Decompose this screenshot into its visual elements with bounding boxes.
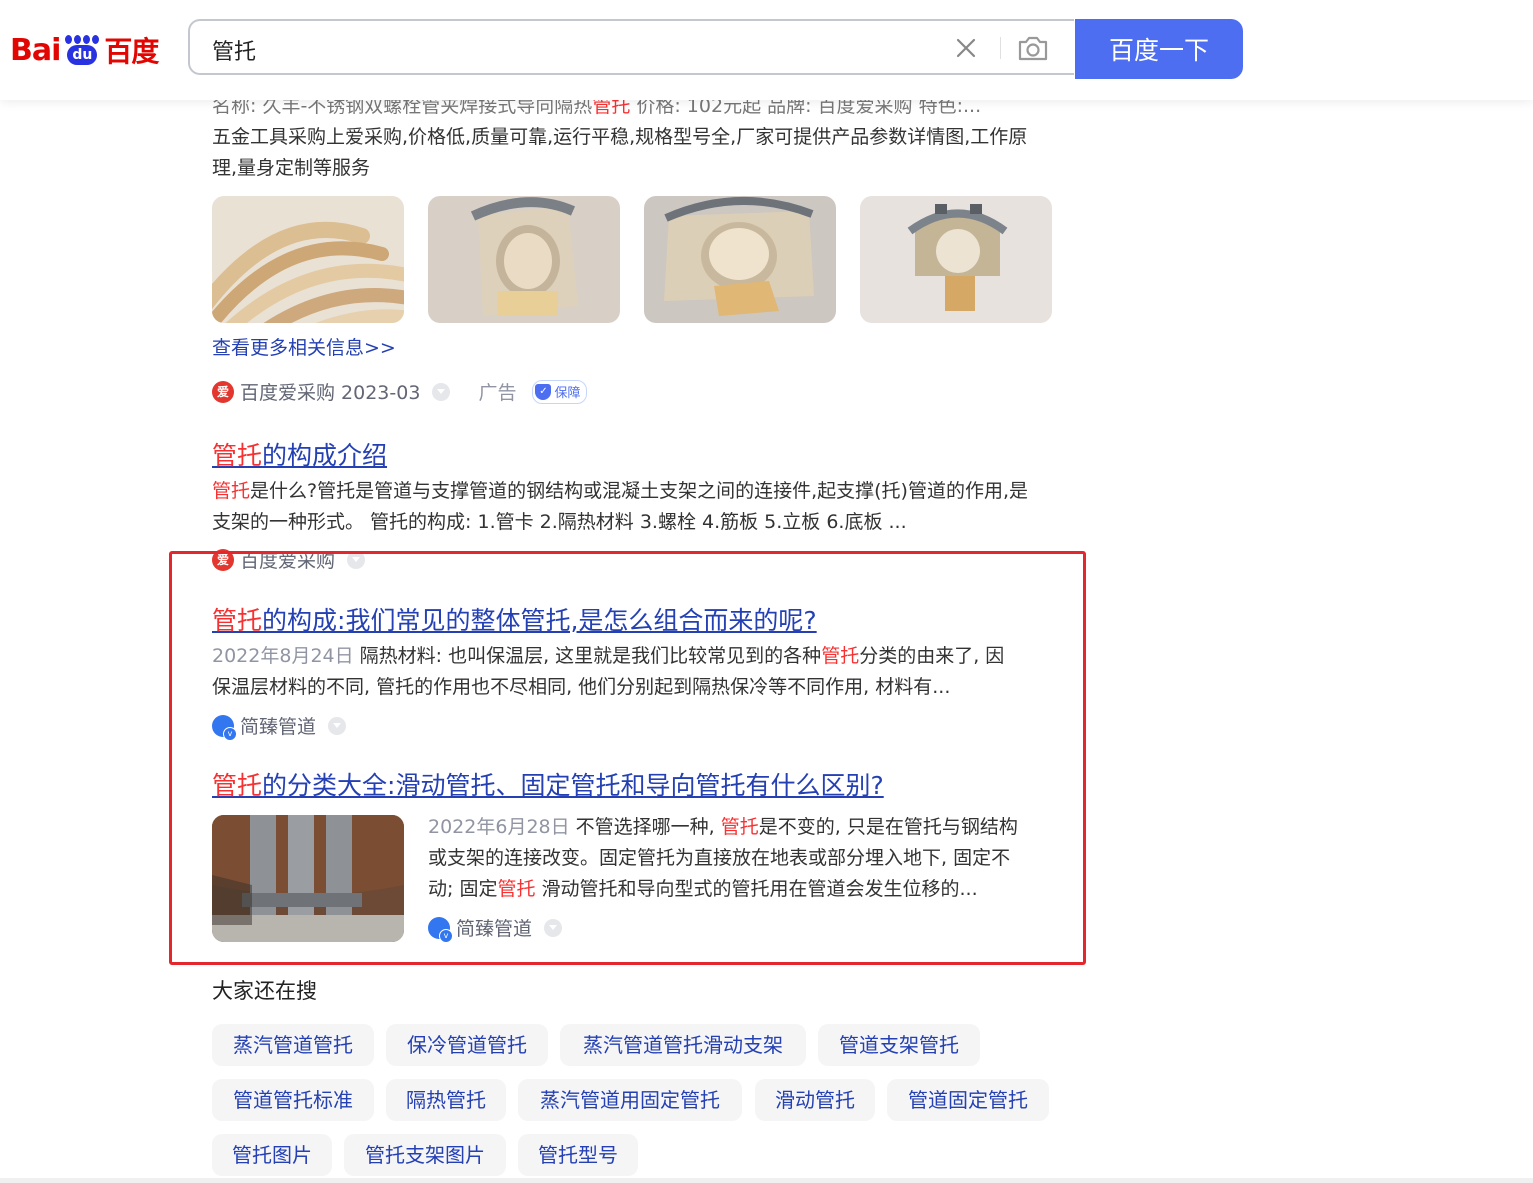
annotation-highlight-box xyxy=(169,551,1086,965)
related-search-tag[interactable]: 管托支架图片 xyxy=(344,1134,506,1176)
ad-desc-line-1: 五金工具采购上爱采购,价格低,质量可靠,运行平稳,规格型号全,厂家可提供产品参数… xyxy=(212,126,1028,148)
shield-check-icon: ✓ xyxy=(535,383,552,400)
related-search-tag[interactable]: 管托型号 xyxy=(518,1134,638,1176)
related-search-tag[interactable]: 滑动管托 xyxy=(755,1079,875,1121)
related-search-tag[interactable]: 管托图片 xyxy=(212,1134,332,1176)
related-search-tag[interactable]: 管道固定管托 xyxy=(887,1079,1049,1121)
related-search-tag[interactable]: 隔热管托 xyxy=(386,1079,506,1121)
bottom-divider xyxy=(0,1178,1533,1183)
related-search-tag[interactable]: 蒸汽管道管托 xyxy=(212,1024,374,1066)
related-search-tag[interactable]: 保冷管道管托 xyxy=(386,1024,548,1066)
divider xyxy=(1000,37,1001,59)
ad-source[interactable]: 百度爱采购 2023-03 xyxy=(240,378,420,405)
paw-icon: du xyxy=(62,27,102,73)
related-search-tag[interactable]: 蒸汽管道用固定管托 xyxy=(518,1079,742,1121)
result-desc-1-line-1: 管托是什么?管托是管道与支撑管道的钢结构或混凝土支架之间的连接件,起支撑(托)管… xyxy=(212,480,1029,502)
baidu-logo[interactable]: Bai du 百度 xyxy=(10,24,159,76)
ad-desc-line-2: 理,量身定制等服务 xyxy=(212,157,371,179)
product-image-3[interactable] xyxy=(644,196,836,323)
results-area: 名称: 久丰-不锈钢双螺栓管夹焊接式导向隔热管托 价格: 102元起 品牌: 百… xyxy=(0,0,1533,1183)
search-header: Bai du 百度 管托 百度一下 xyxy=(0,0,1533,100)
close-icon[interactable] xyxy=(954,36,978,60)
related-search-tag[interactable]: 管道管托标准 xyxy=(212,1079,374,1121)
search-button[interactable]: 百度一下 xyxy=(1075,19,1243,79)
product-image-4[interactable] xyxy=(860,196,1052,323)
ad-source-row: 爱 百度爱采购 2023-03 广告 ✓ 保障 xyxy=(212,378,588,405)
related-searches-heading: 大家还在搜 xyxy=(212,979,317,1003)
guarantee-badge[interactable]: ✓ 保障 xyxy=(532,379,588,404)
result-desc-1-line-2: 支架的一种形式。 管托的构成: 1.管卡 2.隔热材料 3.螺栓 4.筋板 5.… xyxy=(212,511,907,533)
camera-icon[interactable] xyxy=(1016,34,1050,62)
more-info-link[interactable]: 查看更多相关信息>> xyxy=(212,333,396,364)
ad-label: 广告 xyxy=(478,382,517,404)
product-image-2[interactable] xyxy=(428,196,620,323)
related-search-tag[interactable]: 蒸汽管道管托滑动支架 xyxy=(560,1024,806,1066)
aicaigou-logo-icon: 爱 xyxy=(212,380,234,403)
related-search-tag[interactable]: 管道支架管托 xyxy=(818,1024,980,1066)
chevron-down-icon[interactable] xyxy=(432,382,451,401)
product-image-1[interactable] xyxy=(212,196,404,323)
result-title-1[interactable]: 管托的构成介绍 xyxy=(212,439,387,473)
search-query[interactable]: 管托 xyxy=(212,34,256,66)
search-input[interactable]: 管托 xyxy=(188,19,1074,75)
